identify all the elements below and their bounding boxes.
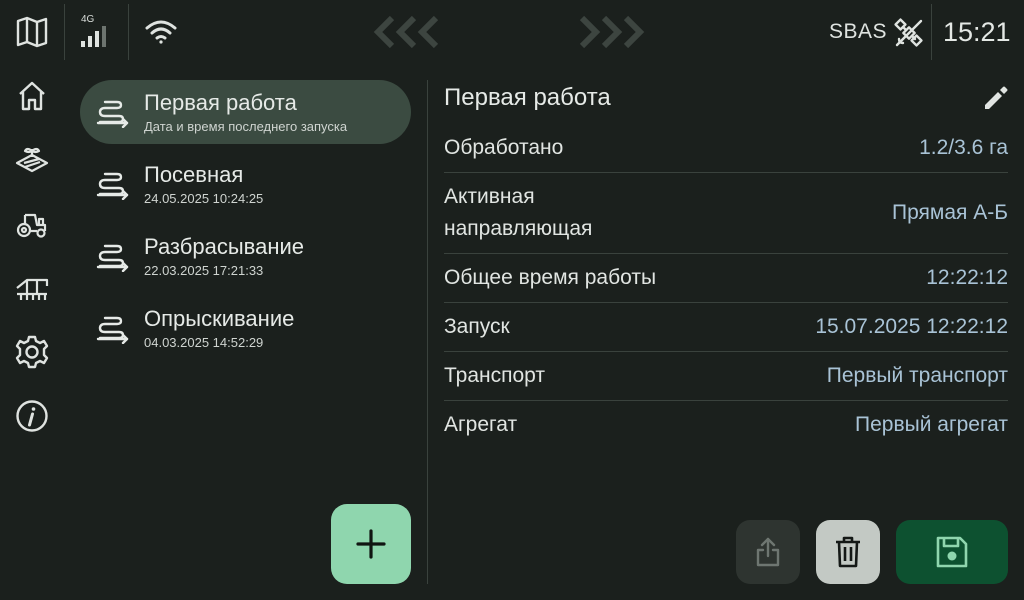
satellite-off-icon: [892, 16, 926, 50]
status-bar: 4G SBAS 15:21: [0, 0, 1024, 64]
divider: [931, 4, 932, 60]
trash-icon: [836, 536, 860, 568]
job-item[interactable]: Опрыскивание 04.03.2025 14:52:29: [80, 296, 411, 360]
detail-row-active-guide: Активная направляющая Прямая А-Б: [444, 173, 1008, 254]
wifi-icon: [143, 16, 179, 48]
home-icon[interactable]: [12, 76, 52, 116]
job-route-icon: [96, 100, 129, 128]
share-button[interactable]: [736, 520, 800, 584]
detail-value: 1.2/3.6 га: [919, 136, 1008, 159]
detail-label: Транспорт: [444, 364, 545, 387]
job-item[interactable]: Посевная 24.05.2025 10:24:25: [80, 152, 411, 216]
job-subtitle: 24.05.2025 10:24:25: [144, 191, 264, 206]
detail-value: Первый агрегат: [855, 413, 1008, 436]
detail-row-implement: Агрегат Первый агрегат: [444, 401, 1008, 449]
details-title: Первая работа: [444, 84, 611, 111]
detail-row-launch: Запуск 15.07.2025 12:22:12: [444, 303, 1008, 352]
delete-button[interactable]: [816, 520, 880, 584]
job-subtitle: 04.03.2025 14:52:29: [144, 335, 264, 350]
signal-strength-icon: [80, 26, 112, 48]
job-route-icon: [96, 244, 129, 272]
field-icon[interactable]: [12, 140, 52, 180]
job-title: Первая работа: [144, 90, 297, 115]
job-route-icon: [96, 172, 129, 200]
detail-value: Первый транспорт: [826, 364, 1008, 387]
job-route-icon: [96, 316, 129, 344]
detail-label: Обработано: [444, 136, 564, 159]
job-title: Опрыскивание: [144, 306, 295, 331]
correction-mode-label: SBAS: [829, 20, 888, 43]
panel-divider: [427, 80, 428, 584]
chevrons-left-icon[interactable]: [370, 12, 450, 52]
add-job-button[interactable]: [331, 504, 411, 584]
pencil-icon: [985, 86, 1008, 109]
edit-button[interactable]: [980, 82, 1012, 114]
tractor-icon[interactable]: [12, 204, 52, 244]
detail-label: Запуск: [444, 315, 510, 338]
info-icon[interactable]: [12, 396, 52, 436]
plus-icon: [356, 529, 386, 559]
save-icon: [936, 536, 968, 568]
map-icon[interactable]: [12, 12, 52, 52]
network-type-label: 4G: [81, 14, 95, 25]
save-button[interactable]: [896, 520, 1008, 584]
implement-icon[interactable]: [12, 268, 52, 308]
detail-label: Агрегат: [444, 413, 518, 436]
share-icon: [756, 537, 780, 567]
detail-value: Прямая А-Б: [891, 201, 1008, 224]
settings-icon[interactable]: [12, 332, 52, 372]
detail-row-transport: Транспорт Первый транспорт: [444, 352, 1008, 401]
job-item[interactable]: Первая работа Дата и время последнего за…: [80, 80, 411, 144]
job-item[interactable]: Разбрасывание 22.03.2025 17:21:33: [80, 224, 411, 288]
detail-label: Общее время работы: [444, 266, 657, 289]
detail-row-processed: Обработано 1.2/3.6 га: [444, 124, 1008, 173]
clock: 15:21: [943, 17, 1011, 47]
job-subtitle: 22.03.2025 17:21:33: [144, 263, 264, 278]
job-title: Посевная: [144, 162, 244, 187]
chevrons-right-icon[interactable]: [574, 12, 654, 52]
detail-value: 15.07.2025 12:22:12: [815, 315, 1008, 338]
detail-label: Активная: [444, 185, 535, 208]
job-subtitle: Дата и время последнего запуска: [144, 119, 348, 134]
detail-label: направляющая: [444, 217, 593, 240]
job-title: Разбрасывание: [144, 234, 305, 259]
detail-value: 12:22:12: [926, 266, 1008, 289]
divider: [128, 4, 129, 60]
divider: [64, 4, 65, 60]
detail-row-total-time: Общее время работы 12:22:12: [444, 254, 1008, 303]
